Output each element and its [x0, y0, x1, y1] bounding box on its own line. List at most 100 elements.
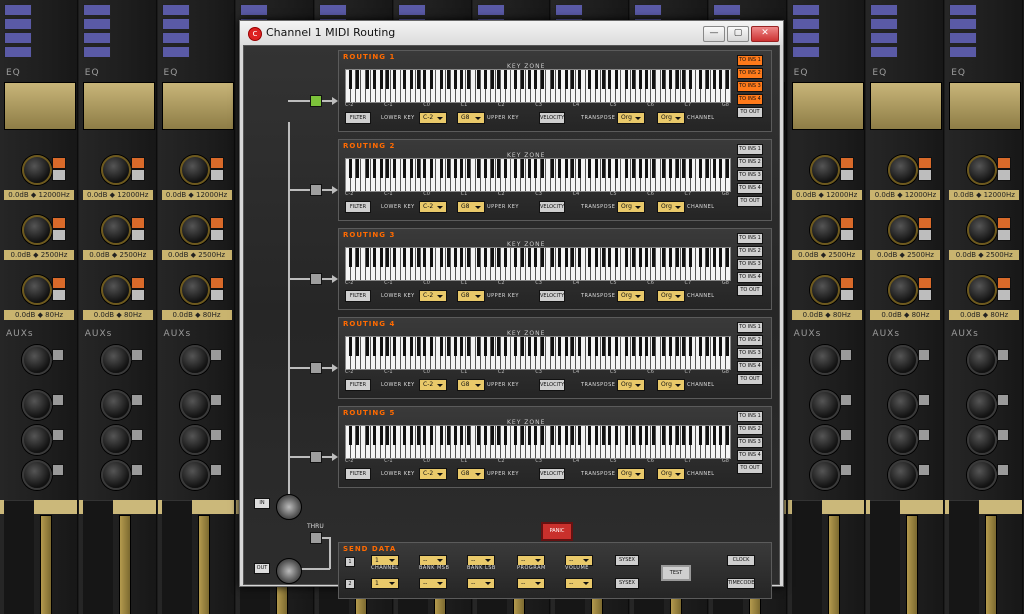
- eq-band-toggle[interactable]: [209, 277, 224, 289]
- velocity-button[interactable]: VELOCITY: [539, 112, 565, 124]
- eq-type-toggle[interactable]: [997, 289, 1012, 301]
- panic-button[interactable]: PANIC: [541, 522, 573, 541]
- output-button[interactable]: TO INS 3: [737, 348, 763, 359]
- insert-slot[interactable]: [397, 4, 426, 16]
- eq-band-toggle[interactable]: [997, 277, 1012, 289]
- insert-slot[interactable]: [634, 4, 663, 16]
- aux-send-knob-icon[interactable]: [888, 460, 919, 490]
- channel-select[interactable]: Org: [657, 379, 685, 391]
- filter-button[interactable]: FILTER: [345, 290, 371, 302]
- key-zone-keyboard[interactable]: [345, 69, 731, 103]
- test-button[interactable]: TEST: [661, 565, 691, 581]
- eq-band-toggle[interactable]: [997, 217, 1012, 229]
- aux-pre-toggle[interactable]: [209, 464, 222, 476]
- eq-type-toggle[interactable]: [997, 229, 1012, 241]
- volume-fader[interactable]: [118, 515, 131, 614]
- sysex-button-2[interactable]: SYSEX: [615, 578, 639, 589]
- output-button[interactable]: TO INS 1: [737, 322, 763, 333]
- aux-pre-toggle[interactable]: [52, 464, 64, 476]
- velocity-button[interactable]: VELOCITY: [539, 379, 565, 391]
- insert-slot[interactable]: [4, 32, 32, 44]
- output-button[interactable]: TO INS 2: [737, 157, 763, 168]
- aux-pre-toggle[interactable]: [52, 394, 64, 406]
- channel-select[interactable]: Org: [657, 112, 685, 124]
- aux-send-knob-icon[interactable]: [809, 425, 840, 455]
- aux-pre-toggle[interactable]: [130, 429, 143, 441]
- eq-band-toggle[interactable]: [918, 217, 933, 229]
- upper-key-select[interactable]: G8: [457, 112, 485, 124]
- aux-pre-toggle[interactable]: [839, 429, 852, 441]
- eq-knob-icon[interactable]: [100, 275, 131, 305]
- routing-2-enable-toggle[interactable]: [310, 184, 322, 196]
- aux-send-knob-icon[interactable]: [22, 390, 52, 420]
- eq-type-toggle[interactable]: [52, 289, 66, 301]
- eq-band-toggle[interactable]: [918, 157, 933, 169]
- aux-pre-toggle[interactable]: [130, 349, 143, 361]
- output-button[interactable]: TO INS 3: [737, 437, 763, 448]
- minimize-button[interactable]: —: [703, 26, 725, 42]
- eq-knob-icon[interactable]: [22, 155, 52, 185]
- insert-slot[interactable]: [240, 4, 269, 16]
- eq-type-toggle[interactable]: [209, 289, 224, 301]
- output-button[interactable]: TO INS 3: [737, 259, 763, 270]
- lower-key-select[interactable]: C-2: [419, 290, 447, 302]
- insert-slot[interactable]: [82, 4, 111, 16]
- eq-knob-icon[interactable]: [179, 215, 210, 245]
- aux-send-knob-icon[interactable]: [100, 390, 131, 420]
- aux-send-knob-icon[interactable]: [100, 425, 131, 455]
- aux-pre-toggle[interactable]: [839, 349, 852, 361]
- eq-knob-icon[interactable]: [809, 155, 840, 185]
- insert-slot[interactable]: [870, 32, 899, 44]
- output-button[interactable]: TO OUT: [737, 463, 763, 474]
- aux-pre-toggle[interactable]: [839, 464, 852, 476]
- eq-type-toggle[interactable]: [839, 289, 854, 301]
- eq-type-toggle[interactable]: [839, 169, 854, 181]
- insert-slot[interactable]: [791, 18, 820, 30]
- insert-slot[interactable]: [791, 32, 820, 44]
- eq-band-toggle[interactable]: [52, 217, 66, 229]
- insert-slot[interactable]: [4, 46, 32, 58]
- aux-send-knob-icon[interactable]: [967, 425, 998, 455]
- velocity-button[interactable]: VELOCITY: [539, 290, 565, 302]
- aux-pre-toggle[interactable]: [52, 429, 64, 441]
- thru-toggle[interactable]: [310, 532, 322, 544]
- insert-slot[interactable]: [82, 32, 111, 44]
- aux-send-knob-icon[interactable]: [179, 425, 210, 455]
- close-button[interactable]: ✕: [751, 26, 779, 42]
- channel-select-2[interactable]: 1: [371, 578, 399, 589]
- filter-button[interactable]: FILTER: [345, 112, 371, 124]
- aux-pre-toggle[interactable]: [130, 464, 143, 476]
- key-zone-keyboard[interactable]: [345, 247, 731, 281]
- insert-slot[interactable]: [870, 46, 899, 58]
- routing-5-enable-toggle[interactable]: [310, 451, 322, 463]
- eq-band-toggle[interactable]: [209, 157, 224, 169]
- filter-button[interactable]: FILTER: [345, 379, 371, 391]
- lower-key-select[interactable]: C-2: [419, 468, 447, 480]
- lower-key-select[interactable]: C-2: [419, 379, 447, 391]
- aux-pre-toggle[interactable]: [130, 394, 143, 406]
- insert-slot[interactable]: [949, 4, 978, 16]
- routing-4-enable-toggle[interactable]: [310, 362, 322, 374]
- aux-send-knob-icon[interactable]: [967, 460, 998, 490]
- channel-select[interactable]: Org: [657, 290, 685, 302]
- output-button[interactable]: TO OUT: [737, 374, 763, 385]
- eq-band-toggle[interactable]: [839, 217, 854, 229]
- volume-fader[interactable]: [985, 515, 998, 614]
- eq-band-toggle[interactable]: [918, 277, 933, 289]
- output-button[interactable]: TO INS 1: [737, 411, 763, 422]
- eq-knob-icon[interactable]: [179, 155, 210, 185]
- eq-knob-icon[interactable]: [22, 275, 52, 305]
- insert-slot[interactable]: [161, 46, 190, 58]
- output-button[interactable]: TO OUT: [737, 196, 763, 207]
- aux-pre-toggle[interactable]: [209, 394, 222, 406]
- upper-key-select[interactable]: G8: [457, 468, 485, 480]
- aux-pre-toggle[interactable]: [209, 349, 222, 361]
- aux-send-knob-icon[interactable]: [967, 390, 998, 420]
- key-zone-keyboard[interactable]: [345, 425, 731, 459]
- insert-slot[interactable]: [949, 32, 978, 44]
- output-button[interactable]: TO INS 2: [737, 68, 763, 79]
- title-bar[interactable]: c Channel 1 MIDI Routing — ▢ ✕: [240, 21, 783, 45]
- eq-band-toggle[interactable]: [130, 217, 145, 229]
- clock-button[interactable]: CLOCK: [727, 555, 755, 566]
- eq-band-toggle[interactable]: [130, 277, 145, 289]
